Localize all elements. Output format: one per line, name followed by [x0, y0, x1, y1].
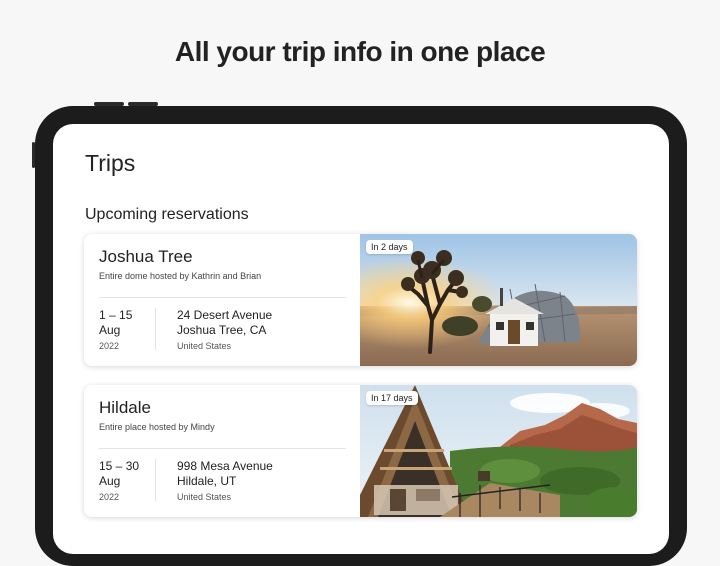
- trip-days: 1 – 15: [99, 308, 133, 322]
- listing-photo-dome: In 2 days: [360, 234, 637, 366]
- trip-country: United States: [177, 492, 232, 502]
- trip-host: Entire place hosted by Mindy: [99, 422, 215, 432]
- trip-name: Hildale: [99, 398, 151, 417]
- trip-info: Joshua Tree Entire dome hosted by Kathri…: [84, 234, 360, 366]
- divider: [99, 297, 346, 298]
- listing-photo-cabin: In 17 days: [360, 385, 637, 517]
- trip-city: Hildale, UT: [177, 474, 237, 488]
- section-title: Upcoming reservations: [85, 206, 249, 223]
- trip-host: Entire dome hosted by Kathrin and Brian: [99, 271, 262, 281]
- marketing-headline: All your trip info in one place: [174, 36, 546, 67]
- trip-dates: 15 – 30 Aug 2022: [99, 459, 155, 505]
- trip-year: 2022: [99, 492, 120, 502]
- trip-country: United States: [177, 341, 232, 351]
- trip-days: 15 – 30: [99, 459, 140, 473]
- trip-countdown-badge: In 2 days: [366, 240, 413, 254]
- divider-vertical: [155, 308, 156, 350]
- trip-month: Aug: [99, 474, 121, 488]
- trip-month: Aug: [99, 323, 121, 337]
- trip-year: 2022: [99, 341, 120, 351]
- page-title: Trips: [85, 150, 136, 176]
- trip-address: 998 Mesa Avenue Hildale, UT United State…: [177, 459, 273, 505]
- trip-dates: 1 – 15 Aug 2022: [99, 308, 155, 354]
- trip-info: Hildale Entire place hosted by Mindy 15 …: [84, 385, 360, 517]
- divider: [99, 448, 346, 449]
- trip-street: 998 Mesa Avenue: [177, 459, 273, 473]
- trip-card-joshua-tree[interactable]: Joshua Tree Entire dome hosted by Kathri…: [84, 234, 637, 366]
- trip-address: 24 Desert Avenue Joshua Tree, CA United …: [177, 308, 272, 354]
- trip-street: 24 Desert Avenue: [177, 308, 273, 322]
- divider-vertical: [155, 459, 156, 501]
- trip-city: Joshua Tree, CA: [177, 323, 267, 337]
- trip-name: Joshua Tree: [99, 247, 193, 266]
- trip-countdown-badge: In 17 days: [366, 391, 418, 405]
- trip-card-hildale[interactable]: Hildale Entire place hosted by Mindy 15 …: [84, 385, 637, 517]
- tablet-screen: Trips Upcoming reservations Joshua Tree …: [53, 124, 669, 554]
